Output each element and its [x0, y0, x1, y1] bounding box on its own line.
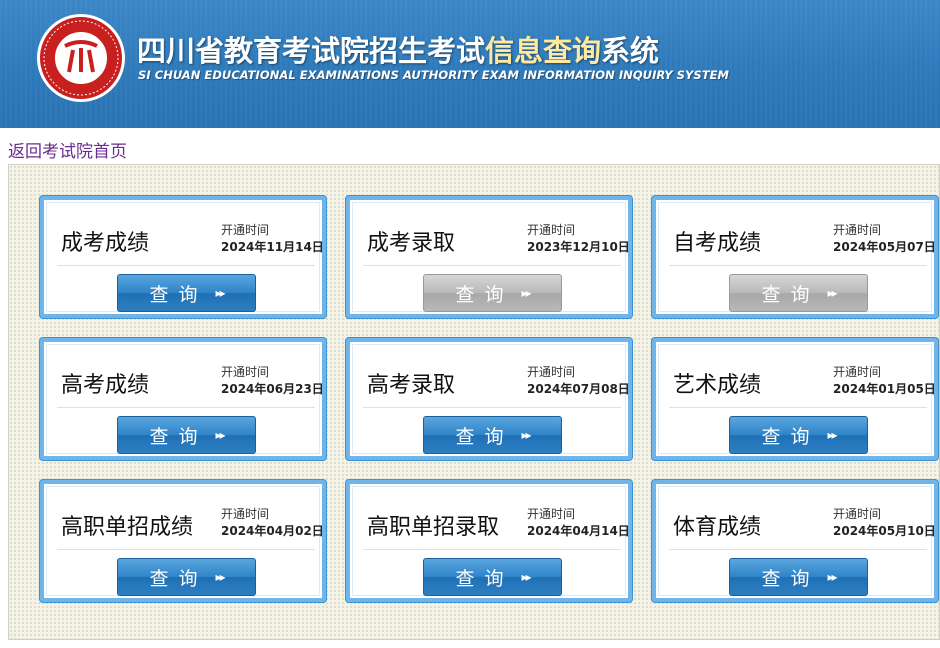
card-title: 高职单招成绩	[61, 515, 194, 540]
query-button[interactable]: 查询 ▸▸	[729, 558, 868, 596]
site-header: 四川省教育考试院招生考试信息查询系统 SI CHUAN EDUCATIONAL …	[0, 0, 940, 128]
query-card: 高职单招成绩 开通时间 2024年04月02日查询 ▸▸	[40, 480, 326, 602]
seal-emblem-icon	[64, 40, 98, 73]
card-title: 自考成绩	[673, 231, 762, 256]
site-title-highlight: 信息查询	[485, 34, 602, 68]
card-body: 成考录取 开通时间 2023年12月10日查询 ▸▸	[352, 202, 630, 312]
query-button-label: 查询	[455, 425, 514, 448]
query-button[interactable]: 查询 ▸▸	[729, 274, 868, 312]
query-button-label: 查询	[761, 283, 820, 306]
query-panel: 成考成绩 开通时间 2024年11月14日 查询 ▸▸ 成考录取 开通时间 2023年12月1…	[8, 164, 940, 640]
query-card: 高考成绩 开通时间 2024年06月23日查询 ▸▸	[40, 338, 326, 460]
query-button-label: 查询	[149, 283, 208, 306]
open-time-label: 开通时间	[221, 507, 270, 521]
open-time-label: 开通时间	[527, 365, 576, 379]
query-button[interactable]: 查询 ▸▸	[423, 558, 562, 596]
card-body: 高职单招录取 开通时间 2024年04月14日查询 ▸▸	[352, 486, 630, 596]
query-button-label: 查询	[149, 425, 208, 448]
seal-center	[53, 30, 109, 86]
query-button-label: 查询	[455, 567, 514, 590]
double-chevron-right-icon: ▸▸	[215, 428, 225, 442]
query-card: 高职单招录取 开通时间 2024年04月14日查询 ▸▸	[346, 480, 632, 602]
card-title: 高考录取	[367, 373, 456, 398]
query-button-label: 查询	[149, 567, 208, 590]
double-chevron-right-icon: ▸▸	[521, 570, 531, 584]
sceea-seal-logo-icon	[37, 14, 125, 102]
double-chevron-right-icon: ▸▸	[215, 570, 225, 584]
query-card: 艺术成绩 开通时间 2024年01月05日查询 ▸▸	[652, 338, 938, 460]
card-divider	[57, 265, 315, 266]
query-button[interactable]: 查询 ▸▸	[423, 416, 562, 454]
site-title: 四川省教育考试院招生考试信息查询系统	[137, 28, 659, 70]
open-time-date: 2024年01月05日	[833, 382, 936, 396]
query-card: 成考成绩 开通时间 2024年11月14日查询 ▸▸	[40, 196, 326, 318]
open-time-date: 2024年05月10日	[833, 524, 936, 538]
card-divider	[363, 407, 621, 408]
card-title: 艺术成绩	[673, 373, 762, 398]
site-title-main: 四川省教育考试院招生考试	[137, 34, 486, 68]
query-button[interactable]: 查询 ▸▸	[117, 558, 256, 596]
card-divider	[363, 549, 621, 550]
query-button[interactable]: 查询 ▸▸	[423, 274, 562, 312]
card-body: 成考成绩 开通时间 2024年11月14日查询 ▸▸	[46, 202, 324, 312]
query-card: 体育成绩 开通时间 2024年05月10日查询 ▸▸	[652, 480, 938, 602]
card-divider	[669, 407, 927, 408]
card-divider	[669, 265, 927, 266]
open-time-date: 2024年07月08日	[527, 382, 630, 396]
card-body: 高考成绩 开通时间 2024年06月23日查询 ▸▸	[46, 344, 324, 454]
card-title: 高考成绩	[61, 373, 150, 398]
double-chevron-right-icon: ▸▸	[215, 286, 225, 300]
back-to-home-link[interactable]: 返回考试院首页	[8, 137, 127, 162]
open-time-label: 开通时间	[527, 223, 576, 237]
double-chevron-right-icon: ▸▸	[521, 286, 531, 300]
card-divider	[57, 407, 315, 408]
query-card: 成考录取 开通时间 2023年12月10日查询 ▸▸	[346, 196, 632, 318]
double-chevron-right-icon: ▸▸	[827, 570, 837, 584]
card-divider	[57, 549, 315, 550]
query-button[interactable]: 查询 ▸▸	[117, 274, 256, 312]
query-card: 高考录取 开通时间 2024年07月08日查询 ▸▸	[346, 338, 632, 460]
open-time-label: 开通时间	[833, 365, 882, 379]
card-body: 高职单招成绩 开通时间 2024年04月02日查询 ▸▸	[46, 486, 324, 596]
open-time-date: 2024年04月02日	[221, 524, 324, 538]
query-button[interactable]: 查询 ▸▸	[117, 416, 256, 454]
open-time-label: 开通时间	[221, 223, 270, 237]
query-button[interactable]: 查询 ▸▸	[729, 416, 868, 454]
double-chevron-right-icon: ▸▸	[827, 286, 837, 300]
open-time-date: 2024年06月23日	[221, 382, 324, 396]
card-body: 体育成绩 开通时间 2024年05月10日查询 ▸▸	[658, 486, 936, 596]
card-divider	[669, 549, 927, 550]
card-title: 成考录取	[367, 231, 456, 256]
card-title: 体育成绩	[673, 515, 762, 540]
open-time-date: 2024年04月14日	[527, 524, 630, 538]
query-card: 自考成绩 开通时间 2024年05月07日查询 ▸▸	[652, 196, 938, 318]
query-button-label: 查询	[761, 425, 820, 448]
open-time-label: 开通时间	[833, 507, 882, 521]
card-body: 艺术成绩 开通时间 2024年01月05日查询 ▸▸	[658, 344, 936, 454]
open-time-label: 开通时间	[527, 507, 576, 521]
site-subtitle: SI CHUAN EDUCATIONAL EXAMINATIONS AUTHOR…	[138, 68, 730, 82]
double-chevron-right-icon: ▸▸	[827, 428, 837, 442]
open-time-date: 2024年05月07日	[833, 240, 936, 254]
card-title: 高职单招录取	[367, 515, 500, 540]
double-chevron-right-icon: ▸▸	[521, 428, 531, 442]
open-time-label: 开通时间	[221, 365, 270, 379]
card-divider	[363, 265, 621, 266]
card-title: 成考成绩	[61, 231, 150, 256]
query-button-label: 查询	[455, 283, 514, 306]
card-body: 高考录取 开通时间 2024年07月08日查询 ▸▸	[352, 344, 630, 454]
site-title-tail: 系统	[601, 34, 660, 68]
open-time-date: 2023年12月10日	[527, 240, 630, 254]
open-time-date: 2024年11月14日	[221, 240, 324, 254]
card-body: 自考成绩 开通时间 2024年05月07日查询 ▸▸	[658, 202, 936, 312]
open-time-label: 开通时间	[833, 223, 882, 237]
query-button-label: 查询	[761, 567, 820, 590]
